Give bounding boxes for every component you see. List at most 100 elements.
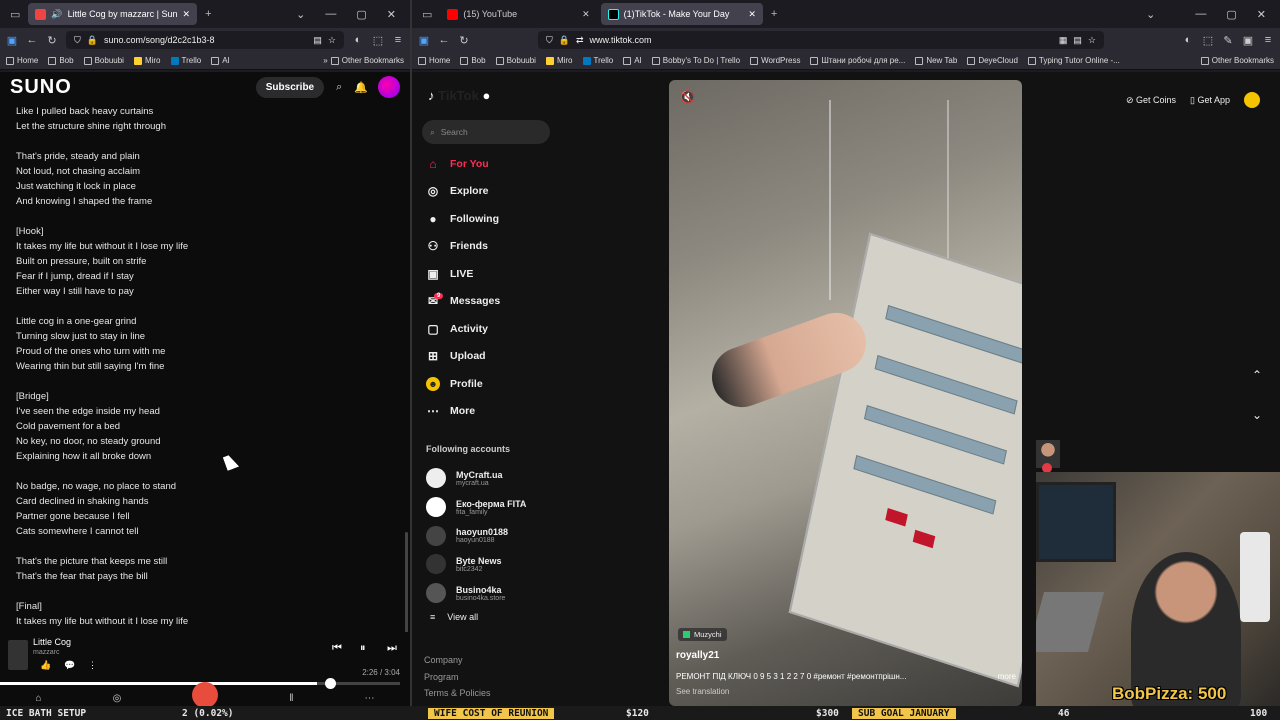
library-icon[interactable]: ‖ bbox=[289, 693, 293, 704]
more-icon[interactable]: ⋯ bbox=[364, 693, 374, 704]
tab-youtube[interactable]: (15) YouTube ✕ bbox=[440, 3, 596, 25]
more-icon[interactable]: ⋮ bbox=[88, 660, 97, 671]
extension-icon[interactable]: ◐ bbox=[1182, 34, 1194, 46]
close-tab-icon[interactable]: ✕ bbox=[748, 9, 756, 20]
extension-icon[interactable]: ◐ bbox=[352, 34, 364, 46]
back-button[interactable]: ← bbox=[438, 34, 450, 46]
close-tab-icon[interactable]: ✕ bbox=[582, 9, 590, 20]
menu-icon[interactable]: ≡ bbox=[392, 34, 404, 46]
create-button[interactable] bbox=[192, 682, 219, 706]
chevron-up-icon[interactable]: ⌃ bbox=[1252, 368, 1262, 382]
search-icon[interactable]: ⌕ bbox=[336, 81, 342, 94]
tab-dropdown-icon[interactable]: ⌄ bbox=[296, 8, 305, 21]
next-icon[interactable]: ⏭ bbox=[387, 642, 397, 655]
previous-icon[interactable]: ⏮ bbox=[332, 642, 342, 655]
close-button[interactable]: ✕ bbox=[1257, 8, 1266, 21]
url-bar[interactable]: ⛉ 🔒 suno.com/song/d2c2c1b3-8 ▤ ☆ bbox=[66, 31, 344, 49]
other-bookmarks[interactable]: Other Bookmarks bbox=[1200, 56, 1274, 65]
footer-program[interactable]: Program bbox=[424, 669, 491, 686]
get-coins-button[interactable]: ⊘ Get Coins bbox=[1126, 95, 1176, 106]
pause-icon[interactable]: ⏸ bbox=[360, 642, 366, 655]
sidebar-icon[interactable]: ▣ bbox=[6, 34, 18, 47]
video-author[interactable]: royally21 bbox=[676, 650, 719, 661]
star-icon[interactable]: ☆ bbox=[1088, 35, 1096, 46]
extension-icon[interactable]: ✎ bbox=[1222, 34, 1234, 47]
extension-icon[interactable]: ▣ bbox=[1242, 34, 1254, 47]
bookmark-item[interactable]: AI bbox=[623, 56, 642, 65]
bookmark-trello[interactable]: Trello bbox=[170, 56, 201, 65]
location-tag[interactable]: Muzychi bbox=[678, 628, 727, 641]
tiktok-logo[interactable]: ♪ TikTok ● bbox=[428, 88, 490, 103]
bookmark-item[interactable]: Trello bbox=[582, 56, 613, 65]
sidebar-item-activity[interactable]: ▢ Activity bbox=[426, 315, 626, 343]
sidebar-icon[interactable]: ▣ bbox=[418, 34, 430, 47]
mute-icon[interactable]: 🔇 bbox=[680, 90, 695, 104]
search-input[interactable]: ⌕ Search bbox=[422, 120, 550, 144]
maximize-button[interactable]: ▢ bbox=[1226, 8, 1236, 21]
bookmark-item[interactable]: Bobby's To Do | Trello bbox=[651, 56, 740, 65]
other-bookmarks[interactable]: » Other Bookmarks bbox=[323, 56, 404, 65]
like-icon[interactable]: 👍 bbox=[40, 660, 51, 671]
reader-icon[interactable]: ▤ bbox=[1073, 35, 1082, 46]
following-account[interactable]: MyCraft.ua mycraft.ua bbox=[426, 464, 616, 493]
new-tab-button[interactable]: + bbox=[767, 8, 781, 20]
video-player[interactable] bbox=[669, 80, 1022, 706]
star-icon[interactable]: ☆ bbox=[328, 35, 336, 46]
bookmark-item[interactable]: Typing Tutor Online -... bbox=[1027, 56, 1120, 65]
following-account[interactable]: haoyun0188 haoyun0188 bbox=[426, 521, 616, 550]
bookmark-item[interactable]: DeyeCloud bbox=[967, 56, 1018, 65]
view-all-button[interactable]: ≡ View all bbox=[430, 612, 478, 622]
get-app-button[interactable]: ▯ Get App bbox=[1190, 95, 1230, 106]
chevron-down-icon[interactable]: ⌄ bbox=[1252, 408, 1262, 422]
following-account[interactable]: Businо4ka businо4ka.store bbox=[426, 579, 616, 608]
progress-knob[interactable] bbox=[325, 678, 337, 689]
song-cover[interactable] bbox=[8, 640, 28, 670]
sidebar-item-explore[interactable]: ◎ Explore bbox=[426, 178, 626, 206]
tab-dropdown-icon[interactable]: ⌄ bbox=[1146, 8, 1155, 21]
song-title[interactable]: Little Cog bbox=[33, 637, 71, 647]
bookmark-item[interactable]: Штани робочі для ре... bbox=[810, 56, 905, 65]
bookmark-item[interactable]: Bobuubi bbox=[495, 56, 536, 65]
sidebar-item-more[interactable]: ⋯ More bbox=[426, 398, 626, 426]
reload-button[interactable]: ↻ bbox=[46, 34, 58, 47]
bookmark-bobuubi[interactable]: Bobuubi bbox=[83, 56, 124, 65]
puzzle-icon[interactable]: ⬚ bbox=[1202, 34, 1214, 47]
bookmark-item[interactable]: WordPress bbox=[750, 56, 800, 65]
close-tab-icon[interactable]: ✕ bbox=[183, 9, 191, 20]
reload-button[interactable]: ↻ bbox=[458, 34, 470, 47]
minimize-button[interactable]: — bbox=[1195, 8, 1206, 21]
minimize-button[interactable]: — bbox=[325, 8, 336, 21]
more-link[interactable]: more bbox=[998, 672, 1016, 681]
puzzle-icon[interactable]: ⬚ bbox=[372, 34, 384, 47]
tab-list-icon[interactable]: ▭ bbox=[6, 8, 24, 21]
new-tab-button[interactable]: + bbox=[201, 8, 215, 20]
back-button[interactable]: ← bbox=[26, 34, 38, 46]
menu-icon[interactable]: ≡ bbox=[1262, 34, 1274, 46]
following-account[interactable]: Byte News bitc2342 bbox=[426, 550, 616, 579]
sidebar-item-friends[interactable]: ⚇ Friends bbox=[426, 233, 626, 261]
close-button[interactable]: ✕ bbox=[387, 8, 396, 21]
sidebar-item-following[interactable]: ● Following bbox=[426, 205, 626, 233]
following-account[interactable]: Еко-ферма FITA fita_family bbox=[426, 493, 616, 522]
tab-list-icon[interactable]: ▭ bbox=[418, 8, 436, 21]
sidebar-item-live[interactable]: ▣ LIVE bbox=[426, 260, 626, 288]
screenshot-icon[interactable]: ▦ bbox=[1059, 35, 1068, 46]
sidebar-item-upload[interactable]: ⊞ Upload bbox=[426, 343, 626, 371]
home-icon[interactable]: ⌂ bbox=[36, 693, 42, 704]
bookmark-item[interactable]: Bob bbox=[460, 56, 486, 65]
maximize-button[interactable]: ▢ bbox=[356, 8, 366, 21]
bookmark-home[interactable]: Home bbox=[6, 56, 38, 65]
bookmark-item[interactable]: Miro bbox=[545, 56, 573, 65]
subscribe-button[interactable]: Subscribe bbox=[255, 76, 325, 98]
footer-company[interactable]: Company bbox=[424, 652, 491, 669]
tab-tiktok[interactable]: (1)TikTok - Make Your Day ✕ bbox=[600, 3, 763, 25]
url-bar[interactable]: ⛉ 🔒 ⇄ www.tiktok.com ▦ ▤ ☆ bbox=[538, 31, 1104, 49]
song-artist[interactable]: mazzarc bbox=[33, 649, 59, 656]
suno-logo[interactable]: SUNO bbox=[10, 76, 72, 99]
reader-icon[interactable]: ▤ bbox=[313, 35, 322, 46]
bell-icon[interactable]: 🔔 bbox=[354, 81, 368, 94]
sidebar-item-profile[interactable]: ☻ Profile bbox=[426, 370, 626, 398]
comment-icon[interactable]: 💬 bbox=[64, 660, 75, 671]
bookmark-item[interactable]: Home bbox=[418, 56, 450, 65]
bookmark-bob[interactable]: Bob bbox=[48, 56, 74, 65]
